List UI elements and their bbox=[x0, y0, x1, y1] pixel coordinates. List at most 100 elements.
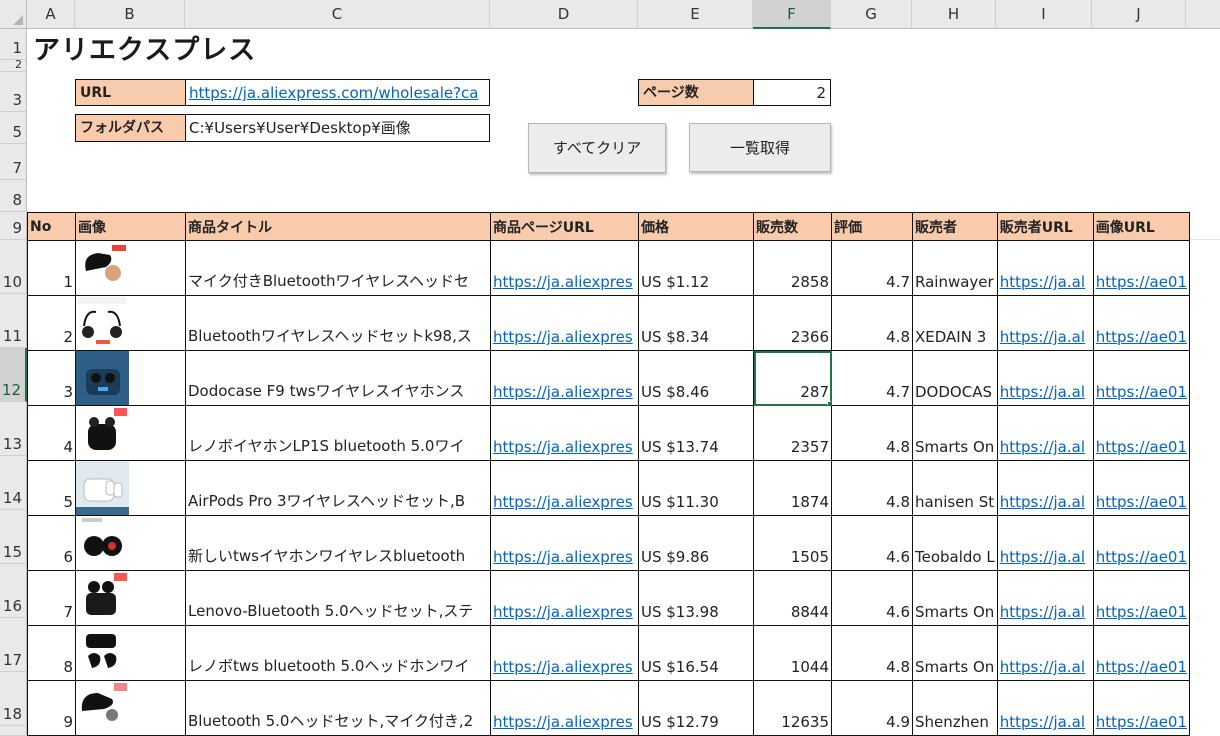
column-header-e[interactable]: E bbox=[638, 0, 753, 29]
cell-image[interactable] bbox=[75, 515, 186, 571]
cell-seller-url-link[interactable]: https://ja.al bbox=[1000, 438, 1085, 456]
url-link[interactable]: https://ja.aliexpress.com/wholesale?ca bbox=[189, 84, 479, 102]
cell-seller[interactable]: hanisen St bbox=[912, 460, 998, 516]
row-header-3[interactable]: 3 bbox=[0, 72, 27, 112]
cell-price[interactable]: US $8.34 bbox=[638, 295, 754, 351]
cell-image[interactable] bbox=[75, 460, 186, 516]
cell-price[interactable]: US $12.79 bbox=[638, 680, 754, 736]
cell-page-url-link[interactable]: https://ja.aliexpres bbox=[493, 328, 633, 346]
black-earbuds-image[interactable] bbox=[76, 406, 185, 460]
header-no[interactable]: No bbox=[27, 212, 76, 241]
cell-sales[interactable]: 12635 bbox=[753, 680, 832, 736]
cell-rating[interactable]: 4.7 bbox=[831, 240, 913, 296]
cell-seller[interactable]: Shenzhen bbox=[912, 680, 998, 736]
row-header-14[interactable]: 14 bbox=[0, 456, 27, 510]
cell-image[interactable] bbox=[75, 295, 186, 351]
row-header-16[interactable]: 16 bbox=[0, 564, 27, 618]
cell-sales[interactable]: 2858 bbox=[753, 240, 832, 296]
select-all-corner[interactable] bbox=[0, 0, 27, 29]
row-header-17[interactable]: 17 bbox=[0, 618, 27, 672]
row-header-15[interactable]: 15 bbox=[0, 510, 27, 564]
column-header-g[interactable]: G bbox=[831, 0, 912, 29]
cell-image-url[interactable]: https://ae01 bbox=[1092, 460, 1191, 516]
cell-price[interactable]: US $16.54 bbox=[638, 625, 754, 681]
cell-sales[interactable]: 8844 bbox=[753, 570, 832, 626]
cell-no[interactable]: 6 bbox=[27, 515, 76, 571]
cell-image-url[interactable]: https://ae01 bbox=[1092, 680, 1191, 736]
cell-seller-url[interactable]: https://ja.al bbox=[996, 460, 1094, 516]
header-title[interactable]: 商品タイトル bbox=[185, 212, 491, 241]
cell-image-url-link[interactable]: https://ae01 bbox=[1096, 383, 1187, 401]
cell-image-url-link[interactable]: https://ae01 bbox=[1096, 328, 1187, 346]
cell-title[interactable]: Bluetoothワイヤレスヘッドセットk98,ス bbox=[185, 295, 491, 351]
row-header-2[interactable]: 2 bbox=[0, 58, 27, 72]
cell-seller-url-link[interactable]: https://ja.al bbox=[1000, 328, 1085, 346]
cell-image-url-link[interactable]: https://ae01 bbox=[1096, 273, 1187, 291]
url-field[interactable]: https://ja.aliexpress.com/wholesale?ca bbox=[185, 79, 490, 106]
cell-seller-url[interactable]: https://ja.al bbox=[996, 515, 1094, 571]
cell-rating[interactable]: 4.8 bbox=[831, 405, 913, 461]
cell-price[interactable]: US $9.86 bbox=[638, 515, 754, 571]
column-header-f[interactable]: F bbox=[753, 0, 831, 29]
header-price[interactable]: 価格 bbox=[638, 212, 754, 241]
cell-page-url-link[interactable]: https://ja.aliexpres bbox=[493, 273, 633, 291]
cell-no[interactable]: 4 bbox=[27, 405, 76, 461]
cell-page-url[interactable]: https://ja.aliexpres bbox=[490, 460, 639, 516]
cell-no[interactable]: 8 bbox=[27, 625, 76, 681]
cell-seller-url[interactable]: https://ja.al bbox=[996, 240, 1094, 296]
header-sales[interactable]: 販売数 bbox=[753, 212, 832, 241]
cell-price[interactable]: US $13.98 bbox=[638, 570, 754, 626]
cell-rating[interactable]: 4.8 bbox=[831, 295, 913, 351]
cell-sales[interactable]: 1044 bbox=[753, 625, 832, 681]
cell-no[interactable]: 3 bbox=[27, 350, 76, 406]
cell-seller[interactable]: Smarts On bbox=[912, 625, 998, 681]
cell-seller-url-link[interactable]: https://ja.al bbox=[1000, 658, 1085, 676]
header-image[interactable]: 画像 bbox=[75, 212, 186, 241]
cell-page-url-link[interactable]: https://ja.aliexpres bbox=[493, 713, 633, 731]
row-header-5[interactable]: 5 bbox=[0, 112, 27, 144]
cell-price[interactable]: US $1.12 bbox=[638, 240, 754, 296]
cell-image-url-link[interactable]: https://ae01 bbox=[1096, 603, 1187, 621]
header-seller-url[interactable]: 販売者URL bbox=[996, 212, 1094, 241]
cell-image-url[interactable]: https://ae01 bbox=[1092, 515, 1191, 571]
cell-rating[interactable]: 4.8 bbox=[831, 460, 913, 516]
airpods-pro-image[interactable] bbox=[76, 461, 185, 515]
cell-image[interactable] bbox=[75, 350, 186, 406]
cell-page-url-link[interactable]: https://ja.aliexpres bbox=[493, 383, 633, 401]
cell-page-url[interactable]: https://ja.aliexpres bbox=[490, 350, 639, 406]
cell-seller-url[interactable]: https://ja.al bbox=[996, 570, 1094, 626]
lenovo-headset-image[interactable] bbox=[76, 571, 185, 625]
cell-seller-url-link[interactable]: https://ja.al bbox=[1000, 493, 1085, 511]
cell-image-url[interactable]: https://ae01 bbox=[1092, 405, 1191, 461]
cell-seller[interactable]: DODOCAS bbox=[912, 350, 998, 406]
cell-sales[interactable]: 2366 bbox=[753, 295, 832, 351]
row-header-8[interactable]: 8 bbox=[0, 180, 27, 212]
clear-all-button[interactable]: すべてクリア bbox=[528, 123, 666, 173]
earbuds-case-blue-image[interactable] bbox=[76, 351, 185, 405]
cell-page-url-link[interactable]: https://ja.aliexpres bbox=[493, 548, 633, 566]
cell-page-url-link[interactable]: https://ja.aliexpres bbox=[493, 438, 633, 456]
cell-page-url-link[interactable]: https://ja.aliexpres bbox=[493, 658, 633, 676]
cell-seller-url[interactable]: https://ja.al bbox=[996, 625, 1094, 681]
cell-image-url-link[interactable]: https://ae01 bbox=[1096, 548, 1187, 566]
cell-page-url[interactable]: https://ja.aliexpres bbox=[490, 570, 639, 626]
cell-seller[interactable]: Smarts On bbox=[912, 405, 998, 461]
cell-image-url[interactable]: https://ae01 bbox=[1092, 570, 1191, 626]
cell-page-url[interactable]: https://ja.aliexpres bbox=[490, 515, 639, 571]
cell-seller-url-link[interactable]: https://ja.al bbox=[1000, 273, 1085, 291]
cell-title[interactable]: 新しいtwsイヤホンワイヤレスbluetooth bbox=[185, 515, 491, 571]
cell-no[interactable]: 2 bbox=[27, 295, 76, 351]
cell-page-url[interactable]: https://ja.aliexpres bbox=[490, 625, 639, 681]
cell-image-url[interactable]: https://ae01 bbox=[1092, 350, 1191, 406]
cell-seller-url-link[interactable]: https://ja.al bbox=[1000, 603, 1085, 621]
row-header-11[interactable]: 11 bbox=[0, 294, 27, 348]
cell-seller-url[interactable]: https://ja.al bbox=[996, 350, 1094, 406]
cell-page-url[interactable]: https://ja.aliexpres bbox=[490, 405, 639, 461]
cell-sales[interactable]: 287 bbox=[753, 350, 832, 406]
cell-seller-url[interactable]: https://ja.al bbox=[996, 680, 1094, 736]
fill-handle[interactable] bbox=[827, 401, 831, 405]
cell-seller-url-link[interactable]: https://ja.al bbox=[1000, 548, 1085, 566]
row-header-10[interactable]: 10 bbox=[0, 240, 27, 294]
cell-price[interactable]: US $8.46 bbox=[638, 350, 754, 406]
cell-seller-url-link[interactable]: https://ja.al bbox=[1000, 383, 1085, 401]
